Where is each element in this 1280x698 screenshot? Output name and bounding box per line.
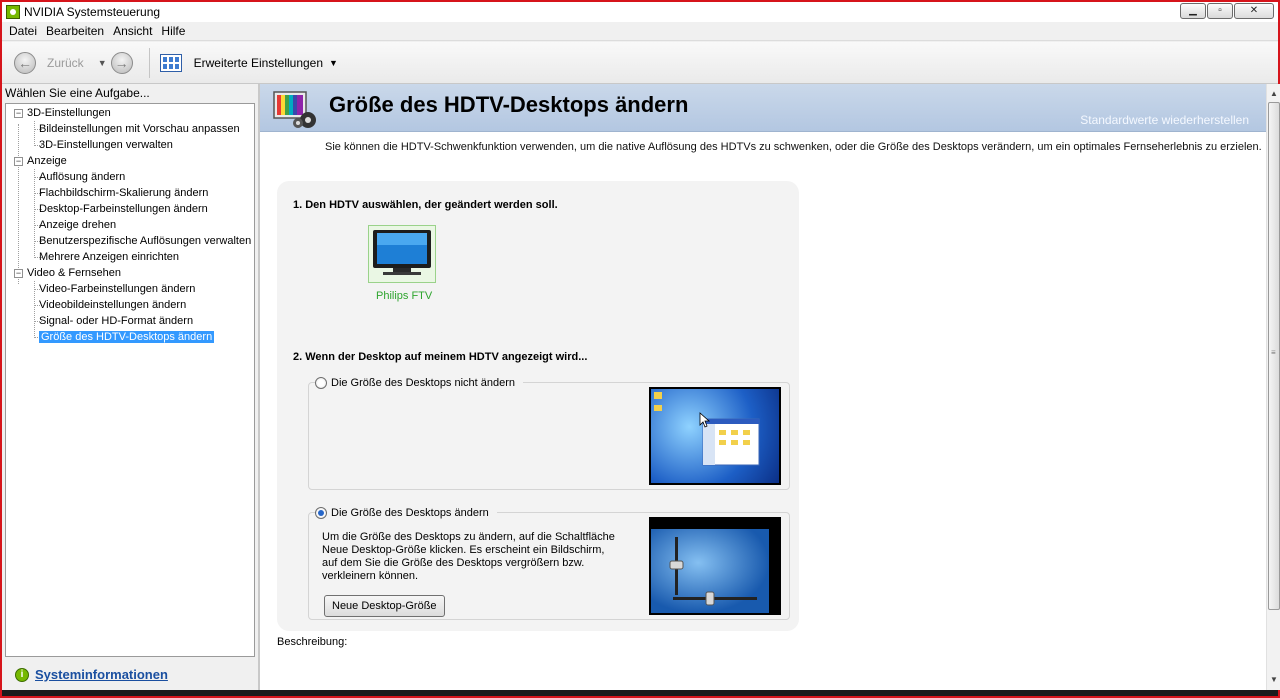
task-sidebar: Wählen Sie eine Aufgabe... − 3D-Einstell… (2, 84, 258, 696)
tree-item[interactable]: Signal- oder HD-Format ändern (39, 313, 193, 329)
content-pane: Größe des HDTV-Desktops ändern Standardw… (260, 84, 1266, 690)
hdtv-selector[interactable] (368, 225, 436, 283)
restore-defaults-link[interactable]: Standardwerte wiederherstellen (1080, 113, 1249, 127)
tree-item[interactable]: Desktop-Farbeinstellungen ändern (39, 201, 208, 217)
step1-heading: 1. Den HDTV auswählen, der geändert werd… (293, 199, 558, 211)
desktop-preview-image (649, 387, 781, 485)
toolbar: ← Zurück ▼ → Erweiterte Einstellungen ▼ (2, 42, 1278, 84)
page-title: Größe des HDTV-Desktops ändern (329, 92, 689, 117)
option1-radio[interactable] (315, 377, 327, 389)
tv-name-label[interactable]: Philips FTV (376, 290, 432, 302)
window-controls: ▁ ▫ ✕ (1180, 3, 1274, 19)
collapse-icon[interactable]: − (14, 269, 23, 278)
tree-connector (34, 169, 35, 258)
page-banner: Größe des HDTV-Desktops ändern Standardw… (260, 84, 1266, 132)
new-desktop-size-button[interactable]: Neue Desktop-Größe (324, 595, 445, 617)
task-tree: − 3D-Einstellungen Bildeinstellungen mit… (5, 103, 255, 657)
option-resize: Die Größe des Desktops ändern Um die Grö… (308, 507, 790, 620)
resize-slider-graphic (651, 529, 769, 613)
tree-item[interactable]: Auflösung ändern (39, 169, 125, 185)
tree-group-anzeige[interactable]: Anzeige (27, 153, 67, 169)
tree-item[interactable]: 3D-Einstellungen verwalten (39, 137, 173, 153)
option1-radio-row[interactable]: Die Größe des Desktops nicht ändern (315, 377, 524, 389)
tree-item[interactable]: Video-Farbeinstellungen ändern (39, 281, 195, 297)
option2-radio-row[interactable]: Die Größe des Desktops ändern (315, 507, 497, 519)
desktop-window-graphic (654, 392, 760, 466)
option2-description: Um die Größe des Desktops zu ändern, auf… (322, 531, 615, 582)
settings-panel: 1. Den HDTV auswählen, der geändert werd… (277, 181, 799, 631)
menu-bearbeiten[interactable]: Bearbeiten (44, 24, 111, 38)
option1-label[interactable]: Die Größe des Desktops nicht ändern (331, 377, 515, 389)
info-icon: i (15, 667, 29, 682)
scroll-down-icon[interactable]: ▼ (1267, 672, 1280, 688)
maximize-button[interactable]: ▫ (1207, 3, 1233, 19)
nvidia-app-icon (6, 5, 20, 19)
window-title: NVIDIA Systemsteuerung (24, 5, 161, 19)
tree-connector (18, 124, 19, 284)
tree-connector (34, 121, 35, 146)
back-label[interactable]: Zurück (47, 56, 84, 70)
tree-group-video[interactable]: Video & Fernsehen (27, 265, 121, 281)
menu-bar: Datei Bearbeiten Ansicht Hilfe (2, 22, 1278, 41)
back-arrow-icon[interactable]: ← (14, 51, 36, 74)
scroll-up-icon[interactable]: ▲ (1267, 86, 1280, 102)
tree-item[interactable]: Videobildeinstellungen ändern (39, 297, 186, 313)
grip-icon: ≡ (1271, 348, 1276, 357)
tree-item[interactable]: Bildeinstellungen mit Vorschau anpassen (39, 121, 240, 137)
selected-item-label: Größe des HDTV-Desktops ändern (39, 331, 215, 343)
vertical-scrollbar[interactable]: ▲ ≡ ▼ (1266, 84, 1280, 690)
option2-radio[interactable] (315, 507, 327, 519)
history-dropdown-icon[interactable]: ▼ (98, 58, 107, 68)
collapse-icon[interactable]: − (14, 109, 23, 118)
task-header: Wählen Sie eine Aufgabe... (5, 86, 150, 100)
tree-group-3d[interactable]: 3D-Einstellungen (27, 105, 111, 121)
close-button[interactable]: ✕ (1234, 3, 1274, 19)
menu-datei[interactable]: Datei (7, 24, 44, 38)
option-no-resize: Die Größe des Desktops nicht ändern (308, 377, 790, 490)
system-info-link-row[interactable]: i Systeminformationen (15, 667, 168, 682)
hdtv-resize-icon (273, 91, 316, 128)
title-bar[interactable]: NVIDIA Systemsteuerung ▁ ▫ ✕ (2, 2, 1278, 22)
scroll-thumb[interactable]: ≡ (1268, 102, 1280, 610)
chevron-down-icon[interactable]: ▼ (329, 58, 338, 68)
system-info-link[interactable]: Systeminformationen (35, 667, 168, 682)
tree-item[interactable]: Benutzerspezifische Auflösungen verwalte… (39, 233, 251, 249)
minimize-button[interactable]: ▁ (1180, 3, 1206, 19)
tv-icon (373, 230, 431, 275)
menu-ansicht[interactable]: Ansicht (111, 24, 159, 38)
description-label: Beschreibung: (277, 636, 348, 648)
toolbar-separator (148, 47, 150, 78)
advanced-settings-button[interactable]: Erweiterte Einstellungen (194, 56, 323, 70)
tree-item[interactable]: Anzeige drehen (39, 217, 116, 233)
option2-label[interactable]: Die Größe des Desktops ändern (331, 507, 489, 519)
resize-preview-image (649, 517, 781, 615)
tree-item-selected[interactable]: Größe des HDTV-Desktops ändern (39, 329, 215, 345)
app-window: NVIDIA Systemsteuerung ▁ ▫ ✕ Datei Bearb… (0, 0, 1280, 698)
tree-item[interactable]: Mehrere Anzeigen einrichten (39, 249, 179, 265)
intro-text: Sie können die HDTV-Schwenkfunktion verw… (325, 141, 1262, 153)
menu-hilfe[interactable]: Hilfe (159, 24, 192, 38)
task-view-icon[interactable] (159, 53, 182, 72)
forward-arrow-icon[interactable]: → (110, 51, 133, 74)
step2-heading: 2. Wenn der Desktop auf meinem HDTV ange… (293, 351, 588, 363)
collapse-icon[interactable]: − (14, 157, 23, 166)
taskbar-edge (2, 690, 1278, 696)
tree-item[interactable]: Flachbildschirm-Skalierung ändern (39, 185, 208, 201)
